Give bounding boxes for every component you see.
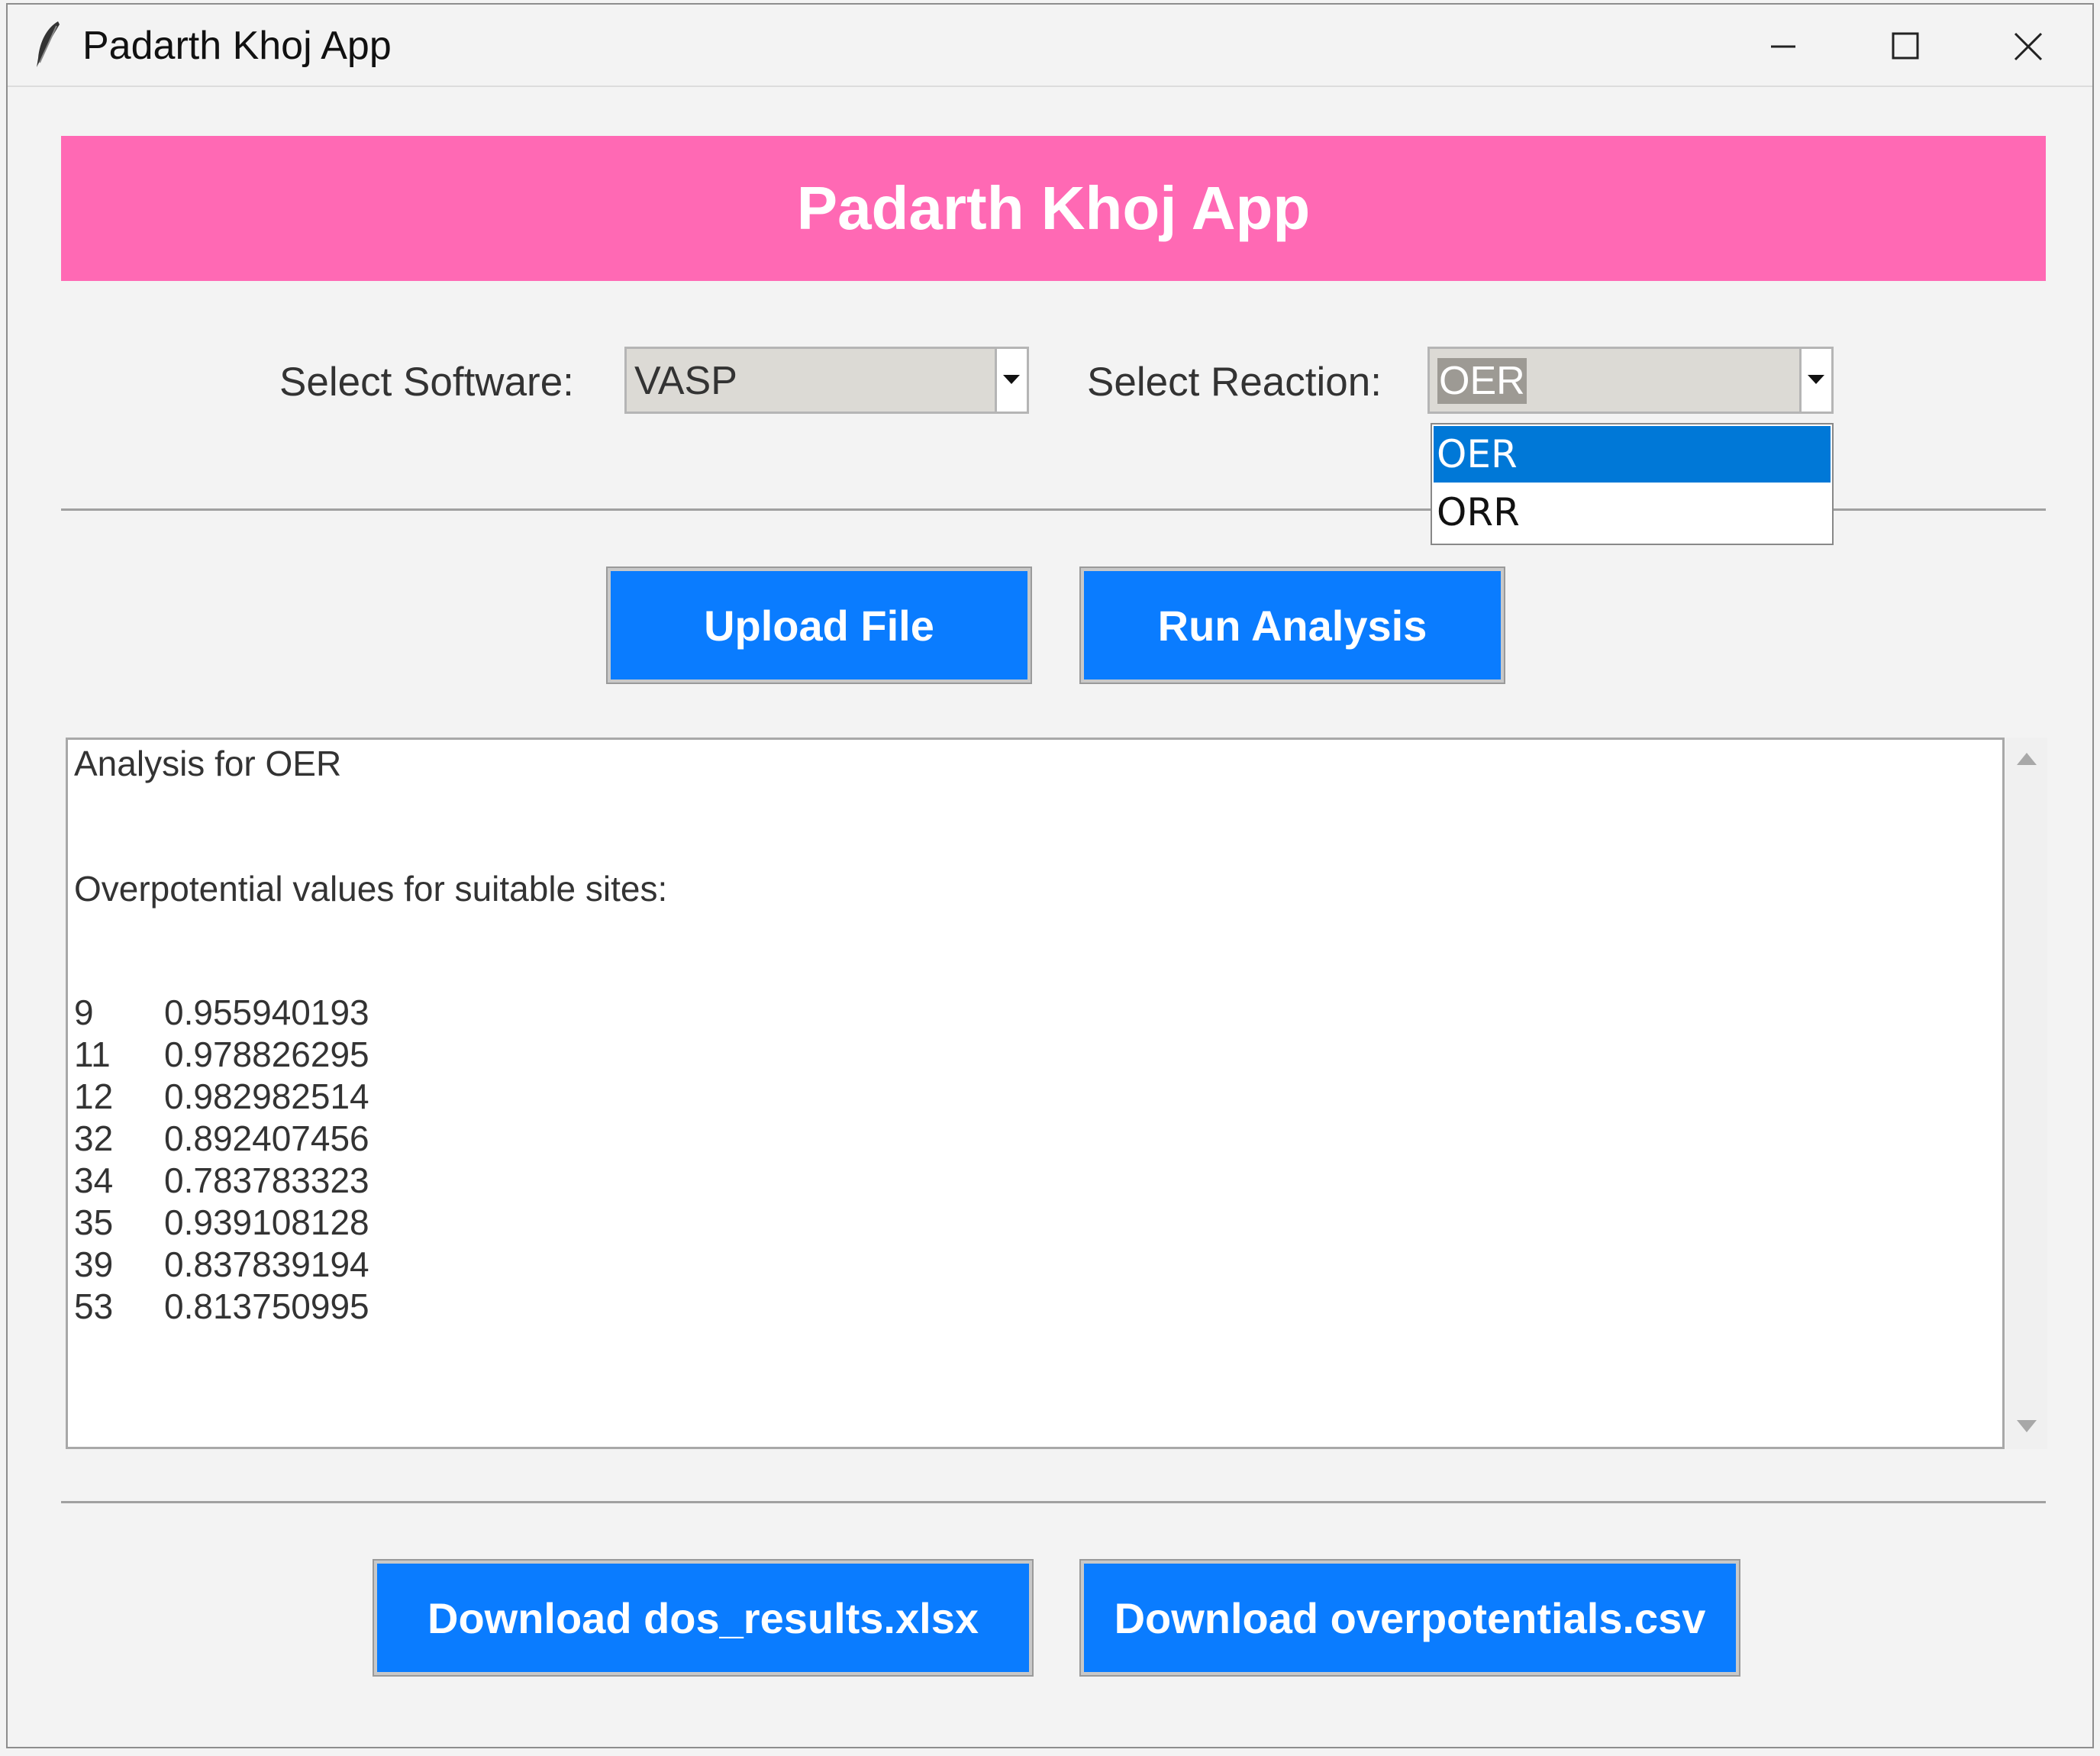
download-dos-button[interactable]: Download dos_results.xlsx xyxy=(373,1559,1034,1677)
scroll-down-icon[interactable] xyxy=(2015,1417,2038,1435)
output-subheading: Overpotential values for suitable sites: xyxy=(74,869,668,909)
site-number: 39 xyxy=(74,1244,114,1284)
overpotential-value: 0.783783323 xyxy=(164,1160,369,1200)
overpotential-value: 0.837839194 xyxy=(164,1244,369,1284)
reaction-dropdown-list: OER ORR xyxy=(1431,423,1834,545)
chevron-down-icon[interactable] xyxy=(995,349,1027,412)
software-select[interactable]: VASP xyxy=(624,347,1029,414)
close-icon[interactable] xyxy=(2002,20,2055,73)
feather-icon xyxy=(34,20,64,69)
app-window: Padarth Khoj App Padarth Khoj App Select… xyxy=(6,3,2094,1748)
site-number: 53 xyxy=(74,1286,114,1326)
download-overpotentials-label: Download overpotentials.csv xyxy=(1114,1593,1706,1642)
upload-file-label: Upload File xyxy=(704,601,934,650)
vertical-scrollbar[interactable] xyxy=(2006,738,2047,1449)
title-bar[interactable]: Padarth Khoj App xyxy=(8,5,2092,87)
download-dos-label: Download dos_results.xlsx xyxy=(427,1593,979,1642)
site-number: 32 xyxy=(74,1118,114,1158)
site-number: 9 xyxy=(74,993,94,1032)
run-analysis-button[interactable]: Run Analysis xyxy=(1079,567,1505,684)
output-textarea[interactable]: Analysis for OER Overpotential values fo… xyxy=(66,738,2005,1449)
dropdown-option-oer[interactable]: OER xyxy=(1434,426,1831,483)
reaction-label: Select Reaction: xyxy=(1087,360,1382,405)
banner-title: Padarth Khoj App xyxy=(796,174,1311,242)
overpotential-value: 0.955940193 xyxy=(164,993,369,1032)
minimize-icon[interactable] xyxy=(1756,20,1809,73)
site-number: 11 xyxy=(74,1035,111,1074)
site-number: 12 xyxy=(74,1077,114,1116)
separator xyxy=(61,1501,2046,1503)
chevron-down-icon[interactable] xyxy=(1799,349,1831,412)
overpotential-value: 0.982982514 xyxy=(164,1077,369,1116)
reaction-value: OER xyxy=(1437,358,1527,404)
app-banner: Padarth Khoj App xyxy=(61,136,2046,281)
reaction-select[interactable]: OER xyxy=(1427,347,1834,414)
upload-file-button[interactable]: Upload File xyxy=(606,567,1032,684)
site-number: 35 xyxy=(74,1202,114,1242)
overpotential-value: 0.978826295 xyxy=(164,1035,369,1074)
software-label: Select Software: xyxy=(279,360,574,405)
site-number: 34 xyxy=(74,1160,114,1200)
output-heading: Analysis for OER xyxy=(74,744,342,783)
window-title: Padarth Khoj App xyxy=(82,24,392,68)
overpotential-value: 0.813750995 xyxy=(164,1286,369,1326)
run-analysis-label: Run Analysis xyxy=(1157,601,1427,650)
overpotential-value: 0.939108128 xyxy=(164,1202,369,1242)
software-value: VASP xyxy=(634,359,737,403)
maximize-icon[interactable] xyxy=(1878,20,1931,73)
scroll-up-icon[interactable] xyxy=(2015,750,2038,768)
download-overpotentials-button[interactable]: Download overpotentials.csv xyxy=(1079,1559,1740,1677)
dropdown-option-orr[interactable]: ORR xyxy=(1434,484,1831,541)
overpotential-value: 0.892407456 xyxy=(164,1118,369,1158)
